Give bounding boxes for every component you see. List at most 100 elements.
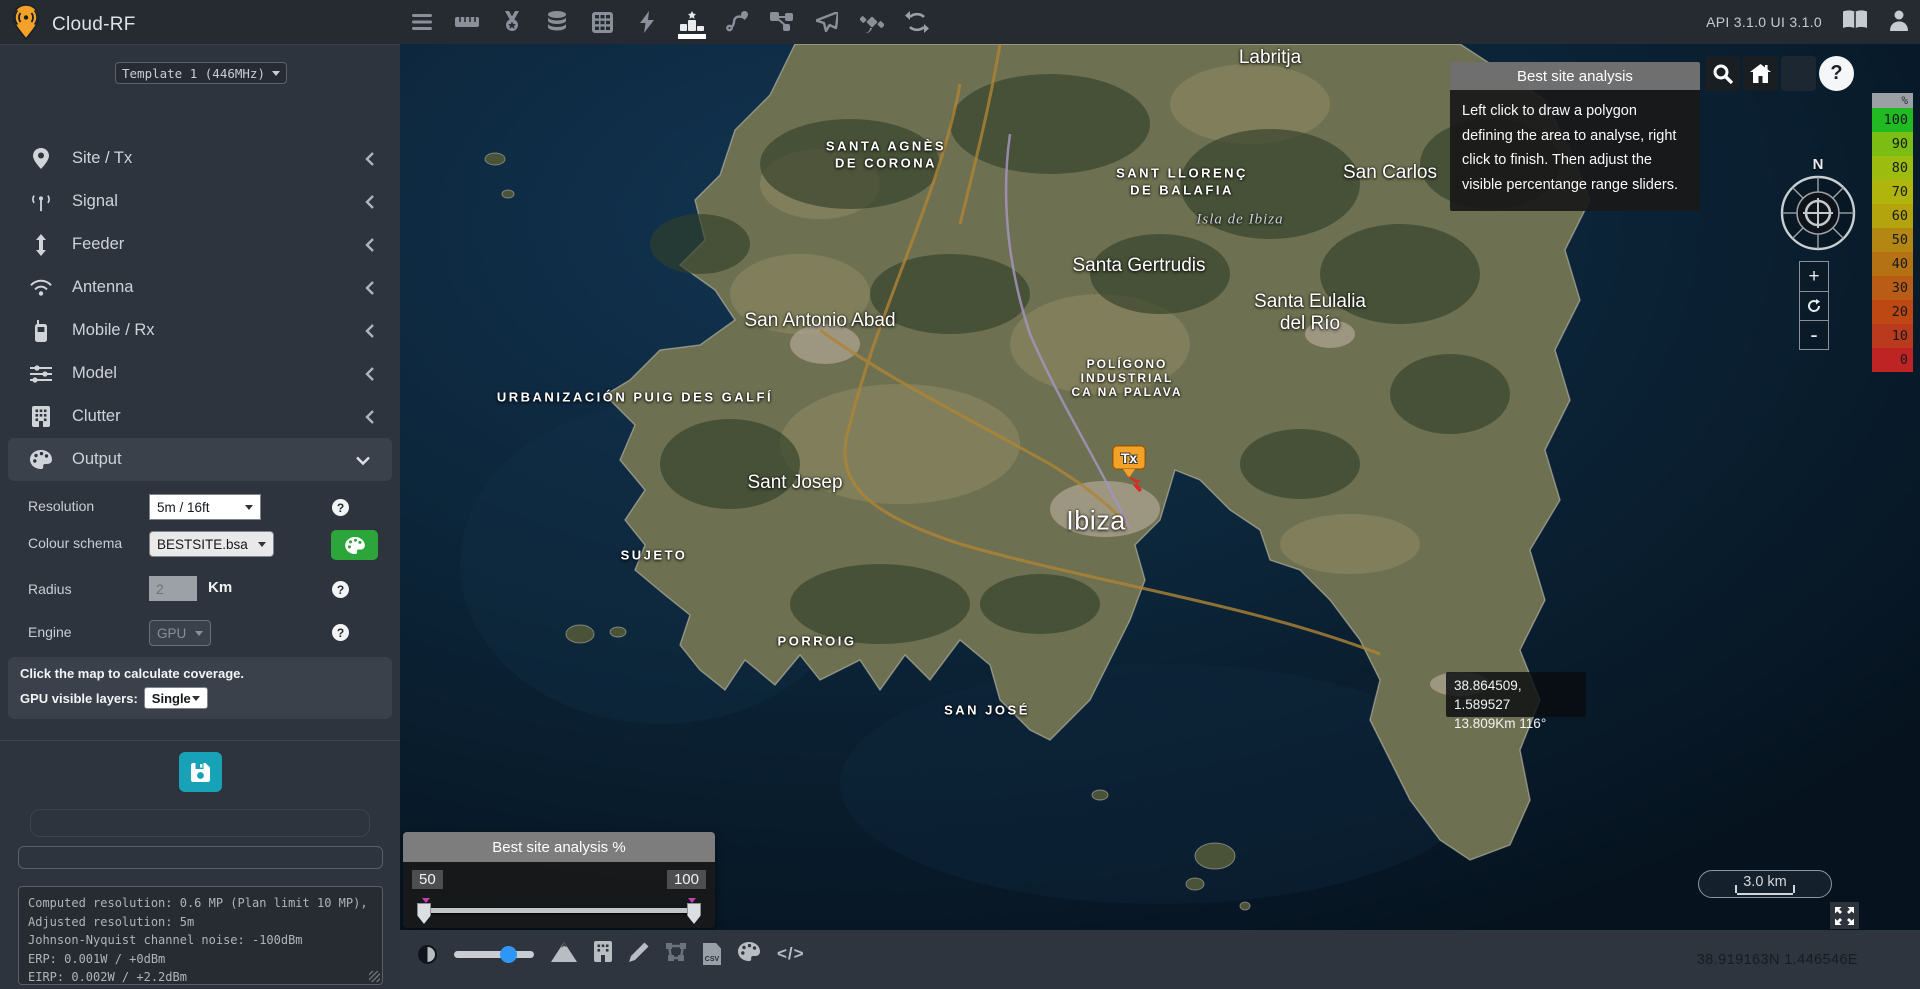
fullscreen-icon <box>1835 907 1854 925</box>
csv-export-icon[interactable]: CSV <box>703 943 721 965</box>
topbar-right: API 3.1.0 UI 3.1.0 <box>1706 0 1910 44</box>
map-label: DE CORONA <box>835 156 937 171</box>
status-input[interactable] <box>18 846 383 869</box>
opacity-slider-knob[interactable] <box>500 946 517 963</box>
chevron-left-icon <box>364 152 378 166</box>
range-handle-max[interactable] <box>687 903 701 924</box>
sidebar-item-label: Antenna <box>72 278 133 297</box>
engine-select[interactable]: GPU <box>149 620 211 646</box>
search-button[interactable] <box>1705 56 1740 91</box>
engine-help-icon[interactable]: ? <box>332 624 349 641</box>
home-button[interactable] <box>1743 56 1778 91</box>
sidebar-item-label: Signal <box>72 192 118 211</box>
sidebar-item-label: Model <box>72 364 117 383</box>
sidebar-item-signal[interactable]: Signal <box>0 180 400 223</box>
resolution-help-icon[interactable]: ? <box>332 499 349 516</box>
map-label: San Antonio Abad <box>744 310 895 332</box>
medal-icon[interactable] <box>500 10 524 34</box>
pencil-icon[interactable] <box>629 942 649 967</box>
opacity-slider[interactable] <box>454 951 534 958</box>
sidebar-item-site-tx[interactable]: Site / Tx <box>0 137 400 180</box>
map-label: URBANIZACIÓN PUIG DES GALFÍ <box>497 390 773 405</box>
zoom-out-button[interactable]: - <box>1800 320 1828 349</box>
scale-block: 0 <box>1872 348 1913 372</box>
scale-block: 10 <box>1872 324 1913 348</box>
updown-arrow-icon <box>30 234 52 256</box>
sidebar-item-output[interactable]: Output <box>8 438 392 481</box>
table-grid-icon[interactable] <box>590 10 614 34</box>
home-icon <box>1750 64 1771 83</box>
engine-value: GPU <box>157 626 186 641</box>
radius-help-icon[interactable]: ? <box>332 581 349 598</box>
rotate-reset-icon <box>1807 299 1821 313</box>
console-output[interactable]: Computed resolution: 0.6 MP (Plan limit … <box>18 886 383 985</box>
radius-input[interactable]: 2 <box>149 576 197 601</box>
resolution-value: 5m / 16ft <box>157 500 210 515</box>
colour-schema-select[interactable]: BESTSITE.bsa <box>149 531 274 557</box>
sidebar-item-mobile-rx[interactable]: Mobile / Rx <box>0 309 400 352</box>
code-icon[interactable]: </> <box>777 944 805 964</box>
sidebar-item-clutter[interactable]: Clutter <box>0 395 400 438</box>
template-select[interactable]: Template 1 (446MHz) <box>115 62 287 84</box>
chevron-left-icon <box>364 238 378 252</box>
best-site-tooltip-body: Left click to draw a polygon defining th… <box>1450 90 1700 211</box>
save-button[interactable] <box>179 752 222 792</box>
buildings-icon[interactable] <box>594 941 612 967</box>
range-handle-min[interactable] <box>417 903 431 924</box>
satellite-icon[interactable] <box>860 10 884 34</box>
terrain-icon[interactable] <box>551 942 577 967</box>
search-icon <box>1713 64 1733 84</box>
scale-block: 90 <box>1872 132 1913 156</box>
bolt-icon[interactable] <box>635 10 659 34</box>
scale-block: 60 <box>1872 204 1913 228</box>
fullscreen-button[interactable] <box>1830 902 1859 929</box>
tx-marker-label: Tx <box>1121 450 1137 466</box>
slider-tick-icon <box>422 898 430 903</box>
map-label: POLÍGONO <box>1087 357 1168 371</box>
menu-icon[interactable] <box>410 10 434 34</box>
best-site-podium-icon[interactable] <box>680 10 704 34</box>
toolbar-icons <box>410 0 929 44</box>
scale-block: 30 <box>1872 276 1913 300</box>
map-canvas[interactable]: Labritja SANTA AGNÈS DE CORONA SANT LLOR… <box>400 44 1920 930</box>
ruler-icon[interactable] <box>455 10 479 34</box>
route-icon[interactable] <box>725 10 749 34</box>
sidebar-item-feeder[interactable]: Feeder <box>0 223 400 266</box>
sidebar-item-antenna[interactable]: Antenna <box>0 266 400 309</box>
compass-control[interactable]: N <box>1778 156 1858 256</box>
tx-marker[interactable]: Tx <box>1112 445 1146 470</box>
map-scale-bar: 3.0 km <box>1698 870 1832 898</box>
chevron-down-icon <box>272 71 280 76</box>
help-button[interactable]: ? <box>1819 56 1854 91</box>
left-sidebar: Template 1 (446MHz) Site / Tx Signal Fee… <box>0 44 400 989</box>
palette-icon[interactable] <box>738 942 760 966</box>
polygon-select-icon[interactable] <box>666 943 686 966</box>
building-icon <box>30 406 52 428</box>
zoom-in-button[interactable]: + <box>1800 262 1828 291</box>
recycle-icon[interactable] <box>905 10 929 34</box>
chevron-down-icon <box>195 631 203 636</box>
brand: Cloud-RF <box>12 4 136 45</box>
colour-palette-button[interactable] <box>331 530 378 560</box>
contrast-icon[interactable] <box>418 945 437 964</box>
top-bar: Cloud-RF <box>0 0 1920 44</box>
resolution-select[interactable]: 5m / 16ft <box>149 494 261 520</box>
resolution-label: Resolution <box>28 498 94 514</box>
percentage-range-slider[interactable] <box>419 908 699 913</box>
network-icon[interactable] <box>770 10 794 34</box>
app-title: Cloud-RF <box>52 14 136 36</box>
sidebar-item-model[interactable]: Model <box>0 352 400 395</box>
book-icon[interactable] <box>1842 10 1868 35</box>
database-icon[interactable] <box>545 10 569 34</box>
csv-label: CSV <box>705 955 719 965</box>
map-label: DE BALAFIA <box>1130 183 1234 198</box>
chevron-down-icon <box>356 453 370 467</box>
sidebar-item-label: Output <box>72 450 122 469</box>
slider-panel-body: 50 100 <box>403 862 715 928</box>
user-icon[interactable] <box>1888 9 1910 36</box>
layers-button[interactable] <box>1781 56 1816 91</box>
gpu-layers-select[interactable]: Single <box>144 687 208 709</box>
reset-rotation-button[interactable] <box>1800 291 1828 320</box>
coverage-scale-legend: % 100 90 80 70 60 50 40 30 20 10 0 <box>1872 93 1913 372</box>
send-icon[interactable] <box>815 10 839 34</box>
